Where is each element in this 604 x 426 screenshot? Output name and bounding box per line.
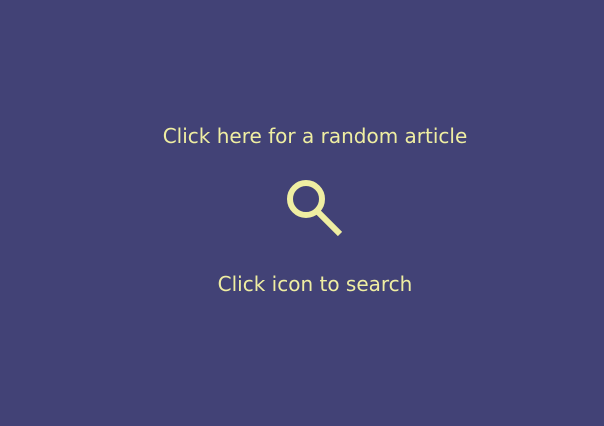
random-article-link[interactable]: Click here for a random article [0, 124, 604, 148]
search-icon-graphic [287, 180, 343, 237]
search-icon[interactable] [282, 176, 346, 240]
search-hint-text: Click icon to search [217, 272, 413, 296]
wiki-viewer-landing: Click here for a random article Click ic… [0, 0, 604, 426]
